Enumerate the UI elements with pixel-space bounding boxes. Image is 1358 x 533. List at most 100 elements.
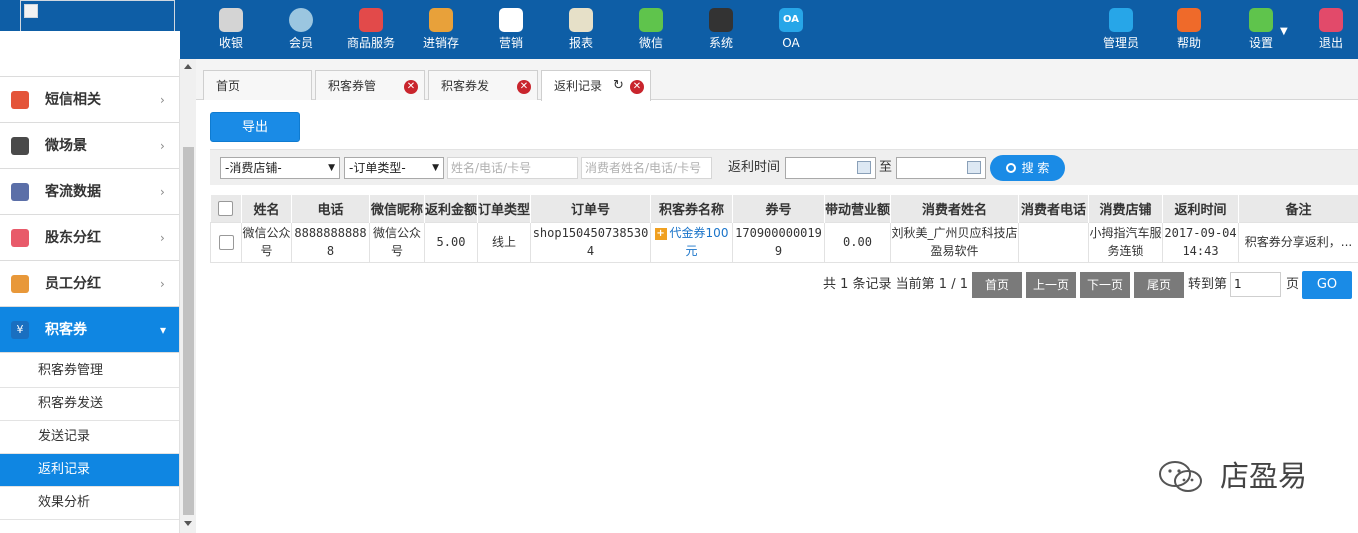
next-page-button[interactable]: 下一页 [1080, 272, 1130, 298]
sidebar-item-label: 股东分红 [45, 230, 101, 246]
scrollbar-thumb[interactable] [183, 147, 194, 515]
tab-home[interactable]: 首页 [203, 70, 312, 100]
filter-bar: -消费店铺- ▼ -订单类型- ▼ 姓名/电话/卡号 消费者姓名/电话/卡号 返… [210, 149, 1358, 185]
page-label: 页 [1286, 277, 1300, 292]
cell-note[interactable]: 积客券分享返利，... [1238, 221, 1358, 263]
search-button[interactable]: 搜 索 [990, 155, 1065, 181]
sidebar-item-label: 微场景 [45, 138, 87, 154]
go-button[interactable]: GO [1302, 271, 1352, 299]
chevron-right-icon: › [160, 139, 165, 153]
cell-phone: 88888888888 [291, 221, 370, 263]
goto-label: 转到第 [1188, 277, 1228, 292]
chevron-down-icon: ▾ [160, 323, 167, 337]
column-header: 备注 [1238, 195, 1358, 222]
tab-rebate-records[interactable]: 返利记录 ↻ ✕ [541, 70, 651, 101]
dropdown-caret-icon: ▼ [432, 163, 439, 173]
nav-member[interactable]: 会员 [266, 0, 336, 59]
plus-icon[interactable]: + [654, 227, 667, 240]
sidebar-item-traffic[interactable]: 客流数据 › [0, 169, 180, 215]
chevron-down-icon: ▼ [1280, 26, 1288, 37]
row-checkbox[interactable] [218, 235, 234, 250]
sidebar-item-shareholder[interactable]: 股东分红 › [0, 215, 180, 261]
table-row: 微信公众号 88888888888 微信公众号 5.00 线上 shop1504… [210, 221, 1358, 263]
nav-goods-service[interactable]: 商品服务 [336, 0, 406, 59]
sidebar-subitem-send-records[interactable]: 发送记录 [0, 421, 180, 454]
settings-icon [1249, 8, 1273, 32]
sidebar-item-label: 员工分红 [45, 276, 101, 292]
cell-revenue: 0.00 [824, 221, 891, 263]
calendar-icon[interactable] [967, 161, 981, 174]
sidebar-subitem-coupon-send[interactable]: 积客券发送 [0, 388, 180, 421]
column-header: 订单类型 [477, 195, 531, 222]
nav-wechat[interactable]: 微信 [616, 0, 686, 59]
nav-cashier[interactable]: 收银 [196, 0, 266, 59]
sidebar-item-label: 短信相关 [45, 92, 101, 108]
select-all-header[interactable] [210, 195, 242, 222]
last-page-button[interactable]: 尾页 [1134, 272, 1184, 298]
column-header: 订单号 [530, 195, 651, 222]
nav-system[interactable]: 系统 [686, 0, 756, 59]
scroll-up-icon[interactable] [184, 64, 192, 69]
nav-marketing[interactable]: 营销 [476, 0, 546, 59]
prev-page-button[interactable]: 上一页 [1026, 272, 1076, 298]
order-type-select[interactable]: -订单类型- ▼ [344, 157, 444, 179]
nav-label: 进销存 [422, 36, 459, 50]
cell-consumer-name: 刘秋美_广州贝应科技店盈易软件 [890, 221, 1019, 263]
calendar-icon[interactable] [857, 161, 871, 174]
tab-coupon-manage[interactable]: 积客券管 ✕ [315, 70, 425, 100]
sidebar-item-employee[interactable]: 员工分红 › [0, 261, 180, 307]
chevron-right-icon: › [160, 185, 165, 199]
cell-coupon-name[interactable]: + 代金券100元 [650, 221, 733, 263]
rebate-time-label: 返利时间 [728, 160, 781, 175]
sidebar-subitem-label: 发送记录 [38, 429, 91, 444]
column-header: 返利金额 [424, 195, 478, 222]
tab-coupon-send[interactable]: 积客券发 ✕ [428, 70, 538, 100]
help-icon [1177, 8, 1201, 32]
export-button[interactable]: 导出 [210, 112, 300, 142]
first-page-button[interactable]: 首页 [972, 272, 1022, 298]
sidebar-item-sms[interactable]: 短信相关 › [0, 77, 180, 123]
report-icon [569, 8, 593, 32]
select-all-checkbox[interactable] [218, 200, 234, 216]
table-header-row: 姓名 电话 微信昵称 返利金额 订单类型 订单号 积客券名称 券号 带动营业额 … [210, 195, 1358, 222]
goto-page-input[interactable]: 1 [1230, 272, 1281, 297]
nav-label: 系统 [708, 36, 733, 50]
sidebar-item-label: 客流数据 [45, 184, 101, 200]
row-select-cell[interactable] [210, 221, 242, 263]
nav-admin[interactable]: 管理员 [1086, 0, 1156, 59]
close-icon[interactable]: ✕ [517, 80, 531, 94]
nav-label: 会员 [288, 36, 313, 50]
store-select[interactable]: -消费店铺- ▼ [220, 157, 340, 179]
sidebar-item-coupon[interactable]: ¥ 积客券 ▾ [0, 307, 180, 353]
scroll-down-icon[interactable] [184, 521, 192, 526]
nav-settings[interactable]: 设置 ▼ [1226, 0, 1296, 59]
coupon-name-link[interactable]: 代金券100元 [670, 226, 729, 258]
close-icon[interactable]: ✕ [404, 80, 418, 94]
end-date-input[interactable] [896, 157, 986, 179]
nav-label: 报表 [568, 36, 593, 50]
rebate-records-table: 姓名 电话 微信昵称 返利金额 订单类型 订单号 积客券名称 券号 带动营业额 … [210, 195, 1358, 263]
column-header: 消费店铺 [1088, 195, 1163, 222]
sidebar-subitem-rebate-records[interactable]: 返利记录 [0, 454, 180, 487]
logout-icon [1319, 8, 1343, 32]
nav-inventory[interactable]: 进销存 [406, 0, 476, 59]
system-icon [709, 8, 733, 32]
nav-report[interactable]: 报表 [546, 0, 616, 59]
close-icon[interactable]: ✕ [630, 80, 644, 94]
sidebar-subitem-coupon-manage[interactable]: 积客券管理 [0, 355, 180, 388]
phone-icon [11, 91, 29, 109]
sidebar-scrollbar[interactable] [179, 59, 196, 533]
name-search-input[interactable]: 姓名/电话/卡号 [447, 157, 578, 179]
nav-logout[interactable]: 退出 [1296, 0, 1358, 59]
nav-oa[interactable]: OA OA [756, 0, 826, 59]
consumer-search-input[interactable]: 消费者姓名/电话/卡号 [581, 157, 712, 179]
sidebar-item-micro-scene[interactable]: 微场景 › [0, 123, 180, 169]
refresh-icon[interactable]: ↻ [613, 78, 624, 94]
sidebar-subitem-effect-analysis[interactable]: 效果分析 [0, 487, 180, 520]
cell-store: 小拇指汽车服务连锁 [1088, 221, 1163, 263]
column-header: 带动营业额 [824, 195, 891, 222]
broken-image-icon [24, 4, 38, 18]
nav-help[interactable]: 帮助 [1154, 0, 1224, 59]
start-date-input[interactable] [785, 157, 876, 179]
column-header: 姓名 [241, 195, 292, 222]
